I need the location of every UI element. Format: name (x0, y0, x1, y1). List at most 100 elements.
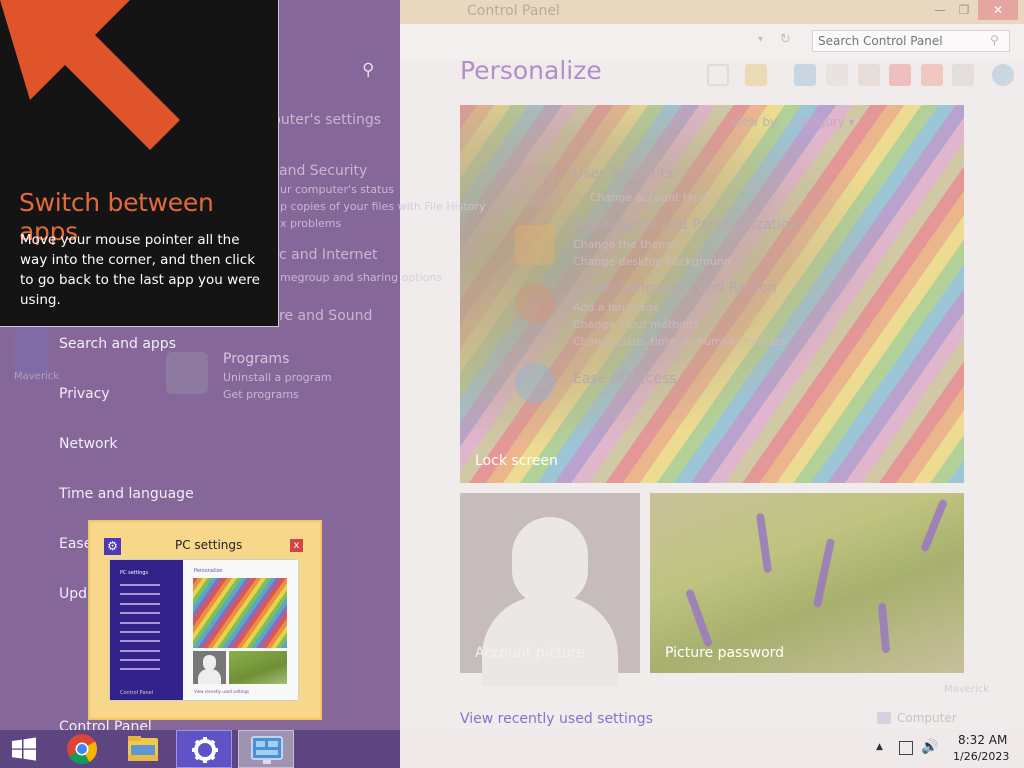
ghost-programs-icon (166, 352, 208, 394)
control-panel-icon[interactable] (238, 730, 294, 768)
ghost-category-link: x problems (280, 217, 342, 230)
category-clock-language[interactable]: Clock, Language, and Region (573, 280, 777, 296)
picture-password-label: Picture password (665, 645, 785, 661)
account-avatar-icon (512, 517, 588, 605)
clock-time[interactable]: 8:32 AM (958, 733, 1007, 747)
category-link[interactable]: Add a language (573, 301, 659, 314)
start-icon[interactable] (10, 737, 38, 761)
search-icon[interactable]: ⚲ (990, 33, 999, 47)
file-explorer-icon[interactable] (115, 730, 171, 768)
thumbnail-list-item (120, 593, 160, 595)
minimize-button[interactable]: — (928, 0, 952, 20)
category-link[interactable]: Change desktop background (573, 255, 731, 268)
check-icon[interactable] (921, 64, 943, 86)
copy-icon[interactable] (826, 64, 848, 86)
thumbnail-list-item (120, 659, 160, 661)
recently-used-settings-link[interactable]: View recently used settings (460, 711, 653, 727)
close-button[interactable]: ✕ (978, 0, 1018, 20)
show-hidden-icons-icon[interactable]: ▲ (876, 742, 883, 752)
category-link[interactable]: Change input methods (573, 318, 699, 331)
clock-icon[interactable] (515, 283, 555, 323)
lavender-flower (812, 537, 836, 609)
view-by-dropdown[interactable]: Category ▾ (790, 115, 855, 129)
appearance-icon[interactable] (515, 225, 555, 265)
clock-date[interactable]: 1/26/2023 (953, 750, 1009, 763)
page-title: Personalize (460, 56, 602, 85)
thumbnail-avatar-icon (203, 655, 216, 670)
computer-icon (877, 712, 891, 724)
thumbnail-list-item (120, 631, 160, 633)
category-ease-of-access[interactable]: Ease of Access (573, 371, 677, 387)
network-icon[interactable] (899, 741, 913, 755)
view-by-label: View by: Category ▾ (730, 115, 855, 129)
properties-icon[interactable] (952, 64, 974, 86)
paste-icon[interactable] (858, 64, 880, 86)
thumbnail-list-item (120, 584, 160, 586)
layout-icon[interactable] (707, 64, 729, 86)
gear-icon: ⚙ (104, 538, 121, 555)
maverick-icon (14, 322, 48, 372)
switch-apps-tip: Switch between apps Move your mouse poin… (0, 0, 279, 327)
search-icon[interactable]: ⚲ (362, 60, 374, 80)
cut-icon[interactable] (794, 64, 816, 86)
thumbnail-close-button[interactable]: x (290, 539, 303, 552)
lavender-flower (877, 602, 891, 654)
pc-item-privacy[interactable]: Privacy (59, 386, 110, 402)
search-control-panel-input[interactable] (812, 30, 1010, 52)
thumbnail-picture-password (229, 651, 287, 684)
ghost-category: Programs (223, 351, 290, 367)
category-link[interactable]: Change the theme (573, 238, 676, 251)
computer-label[interactable]: Computer (897, 711, 957, 725)
globe-icon[interactable] (992, 64, 1014, 86)
corner-arrow-icon (0, 0, 180, 150)
ghost-category-link: ur computer's status (280, 183, 395, 196)
thumbnail-avatar-body (198, 669, 221, 684)
delete-icon[interactable] (889, 64, 911, 86)
thumbnail-list-item (120, 603, 160, 605)
pc-settings-icon[interactable] (176, 730, 232, 768)
refresh-icon[interactable]: ↻ (780, 32, 791, 47)
volume-icon[interactable]: 🔊 (921, 739, 938, 755)
ghost-category: puter's settings (272, 112, 382, 128)
thumbnail-title: PC settings (175, 538, 243, 552)
thumbnail-main-title: Personalize (194, 568, 223, 574)
thumbnail-list-item (120, 622, 160, 624)
ghost-category: c and Internet (279, 247, 378, 263)
ghost-category-link: p copies of your files with File History (280, 200, 486, 213)
maximize-button[interactable]: ❐ (952, 0, 976, 20)
category-user-accounts[interactable]: User Accounts (573, 166, 673, 182)
pc-item-time-and-language[interactable]: Time and language (59, 486, 194, 502)
chrome-icon[interactable] (54, 730, 110, 768)
lavender-flower (919, 498, 949, 553)
thumbnail-sidebar-footer: Control Panel (120, 690, 154, 696)
thumbnail-list-item (120, 640, 160, 642)
pc-item-network[interactable]: Network (59, 436, 117, 452)
pc-item-search-and-apps[interactable]: Search and apps (59, 336, 176, 352)
ghost-category-link: Uninstall a program (223, 371, 332, 384)
thumbnail-sidebar (110, 560, 183, 700)
folder-icon[interactable] (745, 64, 767, 86)
category-link[interactable]: Change account type (590, 191, 708, 204)
thumbnail-list-item (120, 668, 160, 670)
ghost-category: and Security (279, 163, 368, 179)
ghost-category-link: Get programs (223, 388, 299, 401)
lavender-flower (684, 588, 714, 648)
pc-item-update[interactable]: Upd (59, 586, 87, 602)
category-appearance[interactable]: Appearance and Personalization (573, 217, 798, 233)
control-panel-title: Control Panel (467, 3, 560, 19)
thumbnail-list-item (120, 612, 160, 614)
user-accounts-icon[interactable] (515, 166, 555, 206)
maverick-label: Maverick (14, 371, 60, 382)
account-picture-label: Account picture (475, 645, 585, 661)
thumbnail-sidebar-title: PC settings (120, 570, 149, 576)
watermark-label: Maverick (944, 684, 990, 695)
lavender-flower (755, 512, 773, 574)
tip-body: Move your mouse pointer all the way into… (20, 232, 260, 308)
chevron-down-icon[interactable]: ▾ (758, 34, 763, 45)
category-link[interactable]: Change date, time, or number formats (573, 335, 786, 348)
ghost-category: re and Sound (279, 308, 373, 324)
view-by-text: View by: (730, 115, 781, 129)
thumbnail-lock-screen (193, 578, 287, 648)
thumbnail-list-item (120, 650, 160, 652)
ease-of-access-icon[interactable] (515, 363, 555, 403)
